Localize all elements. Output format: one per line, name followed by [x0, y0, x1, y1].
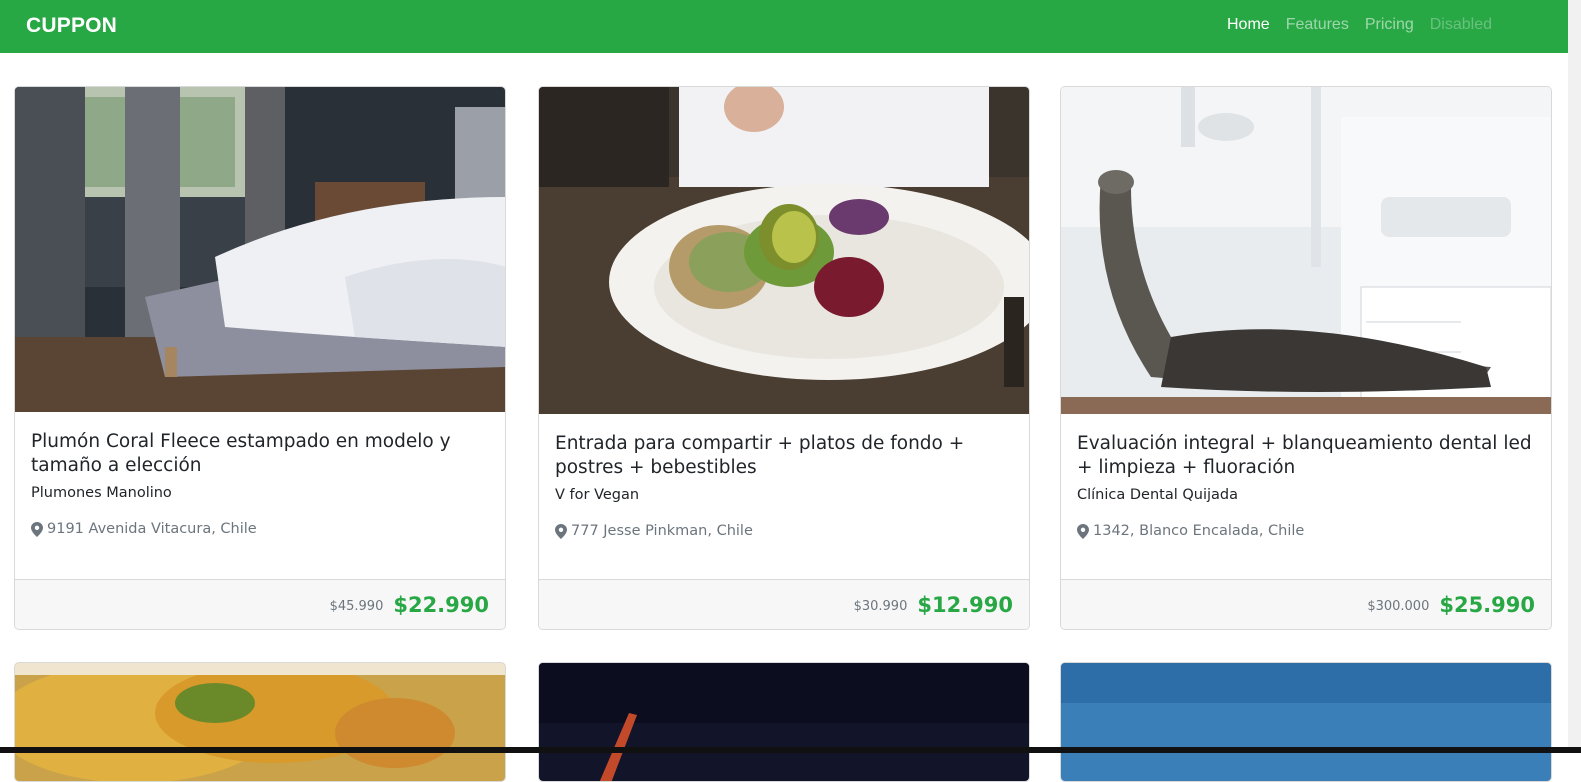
- main-nav: Home Features Pricing Disabled: [1219, 16, 1500, 34]
- location-text: 777 Jesse Pinkman, Chile: [571, 523, 753, 539]
- blue-sky-photo: [1061, 663, 1552, 782]
- original-price: $30.990: [854, 599, 908, 614]
- deal-title[interactable]: Evaluación integral + blanqueamiento den…: [1077, 432, 1535, 480]
- deal-image-bedroom[interactable]: [15, 87, 505, 412]
- nav-link-pricing[interactable]: Pricing: [1357, 16, 1422, 34]
- deal-location: 777 Jesse Pinkman, Chile: [555, 523, 1013, 539]
- deal-image-salad[interactable]: [539, 87, 1029, 414]
- deal-card[interactable]: Plumón Coral Fleece estampado en modelo …: [14, 86, 506, 630]
- deal-price: $22.990: [393, 593, 489, 617]
- map-marker-icon: [1077, 524, 1089, 539]
- card-footer: $300.000 $25.990: [1061, 579, 1551, 629]
- dental-office-photo: [1061, 87, 1551, 414]
- salad-photo: [539, 87, 1029, 414]
- night-sky-photo: [539, 663, 1030, 782]
- deal-card[interactable]: Entrada para compartir + platos de fondo…: [538, 86, 1030, 630]
- nav-link-features[interactable]: Features: [1278, 16, 1357, 34]
- deal-location: 9191 Avenida Vitacura, Chile: [31, 521, 489, 537]
- card-footer: $45.990 $22.990: [15, 579, 505, 629]
- location-text: 9191 Avenida Vitacura, Chile: [47, 521, 257, 537]
- map-marker-icon: [555, 524, 567, 539]
- card-body: Plumón Coral Fleece estampado en modelo …: [15, 412, 505, 537]
- brand-logo[interactable]: CUPPON: [26, 14, 117, 38]
- original-price: $45.990: [330, 599, 384, 614]
- merchant-name: Plumones Manolino: [31, 485, 489, 501]
- card-footer: $30.990 $12.990: [539, 579, 1029, 629]
- original-price: $300.000: [1367, 599, 1429, 614]
- top-navbar: CUPPON Home Features Pricing Disabled: [0, 0, 1568, 53]
- nav-link-home[interactable]: Home: [1219, 16, 1278, 34]
- pasta-photo: [15, 663, 506, 782]
- merchant-name: V for Vegan: [555, 487, 1013, 503]
- card-body: Evaluación integral + blanqueamiento den…: [1061, 414, 1551, 539]
- deal-price: $25.990: [1439, 593, 1535, 617]
- deal-title[interactable]: Entrada para compartir + platos de fondo…: [555, 432, 1013, 480]
- card-body: Entrada para compartir + platos de fondo…: [539, 414, 1029, 539]
- page-scrollbar[interactable]: [1568, 0, 1581, 753]
- deal-location: 1342, Blanco Encalada, Chile: [1077, 523, 1535, 539]
- deal-card[interactable]: Evaluación integral + blanqueamiento den…: [1060, 86, 1552, 630]
- deal-card[interactable]: [14, 662, 506, 782]
- deal-image-dental[interactable]: [1061, 87, 1551, 414]
- taskbar-edge: [0, 747, 1581, 753]
- merchant-name: Clínica Dental Quijada: [1077, 487, 1535, 503]
- deal-card[interactable]: [1060, 662, 1552, 782]
- bedroom-photo: [15, 87, 505, 412]
- location-text: 1342, Blanco Encalada, Chile: [1093, 523, 1304, 539]
- deal-card[interactable]: [538, 662, 1030, 782]
- nav-link-disabled: Disabled: [1422, 16, 1500, 34]
- map-marker-icon: [31, 522, 43, 537]
- deal-price: $12.990: [917, 593, 1013, 617]
- deal-title[interactable]: Plumón Coral Fleece estampado en modelo …: [31, 430, 489, 478]
